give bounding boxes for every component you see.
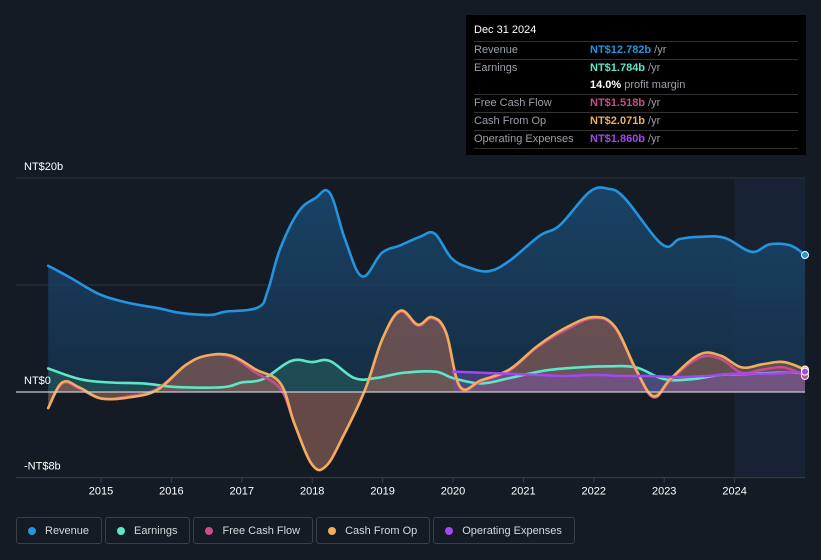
tooltip-row-revenue: Revenue NT$12.782b /yr <box>474 42 798 60</box>
tooltip-label: Earnings <box>474 62 518 74</box>
tooltip-row-profit-margin: 14.0% profit margin <box>474 77 798 95</box>
tooltip-label: Revenue <box>474 44 519 56</box>
legend-item-earnings[interactable]: Earnings <box>105 517 191 544</box>
profit-margin-value: 14.0% <box>590 79 622 91</box>
tooltip-row-earnings: Earnings NT$1.784b /yr <box>474 60 798 77</box>
legend-item-operating-expenses[interactable]: Operating Expenses <box>433 517 575 544</box>
legend-item-revenue[interactable]: Revenue <box>16 517 103 544</box>
series-layer <box>46 186 807 472</box>
tooltip: Dec 31 2024 Revenue NT$12.782b /yr Earni… <box>466 15 806 155</box>
y-tick-label: NT$0 <box>24 375 51 387</box>
y-tick-label: NT$20b <box>24 161 63 173</box>
tooltip-unit: /yr <box>648 133 661 145</box>
tooltip-label: Cash From Op <box>474 115 547 127</box>
earnings-dot-icon <box>117 526 126 535</box>
x-tick-label: 2017 <box>230 486 254 498</box>
x-tick-label: 2019 <box>370 486 394 498</box>
legend-item-free-cash-flow[interactable]: Free Cash Flow <box>193 517 314 544</box>
tooltip-label <box>474 77 590 94</box>
profit-margin-label: profit margin <box>624 79 686 91</box>
tooltip-value: NT$1.784b <box>590 62 646 74</box>
tooltip-row-cash-from-op: Cash From Op NT$2.071b /yr <box>474 113 798 131</box>
tooltip-row-operating-expenses: Operating Expenses NT$1.860b /yr <box>474 131 798 149</box>
legend-item-cash-from-op[interactable]: Cash From Op <box>316 517 431 544</box>
tooltip-value: NT$2.071b <box>590 115 646 127</box>
tooltip-value: NT$1.860b <box>590 133 646 145</box>
x-tick-label: 2023 <box>652 486 676 498</box>
revenue-dot-icon <box>28 526 36 535</box>
tooltip-row-free-cash-flow: Free Cash Flow NT$1.518b /yr <box>474 95 798 113</box>
tooltip-date: Dec 31 2024 <box>474 23 798 42</box>
operating-expenses-dot-icon <box>445 526 454 535</box>
legend-label: Cash From Op <box>345 524 418 537</box>
x-tick-label: 2021 <box>511 486 535 498</box>
tooltip-label: Operating Expenses <box>474 133 574 145</box>
legend-label: Earnings <box>134 524 178 537</box>
legend-label: Revenue <box>45 524 90 537</box>
legend-label: Operating Expenses <box>462 524 562 537</box>
x-axis: 2015 2016 2017 2018 2019 2020 2021 2022 2023 2024 <box>89 477 747 498</box>
x-tick-label: 2020 <box>441 486 465 498</box>
tooltip-label: Free Cash Flow <box>474 97 552 109</box>
x-tick-label: 2022 <box>582 486 606 498</box>
tooltip-unit: /yr <box>648 115 661 127</box>
legend: Revenue Earnings Free Cash Flow Cash Fro… <box>16 517 575 544</box>
legend-label: Free Cash Flow <box>222 524 301 537</box>
y-tick-label: -NT$8b <box>24 461 61 473</box>
x-tick-label: 2016 <box>159 486 183 498</box>
tooltip-unit: /yr <box>648 62 661 74</box>
revenue-end-marker <box>801 251 809 260</box>
free-cash-flow-dot-icon <box>205 526 214 535</box>
tooltip-value: NT$12.782b <box>590 44 652 56</box>
x-tick-label: 2024 <box>722 486 746 498</box>
tooltip-unit: /yr <box>654 44 667 56</box>
cash-from-op-dot-icon <box>328 526 337 535</box>
x-tick-label: 2018 <box>300 486 324 498</box>
x-tick-label: 2015 <box>89 486 113 498</box>
tooltip-value: NT$1.518b <box>590 97 646 109</box>
tooltip-unit: /yr <box>648 97 661 109</box>
operating-expenses-end-marker <box>801 367 809 376</box>
